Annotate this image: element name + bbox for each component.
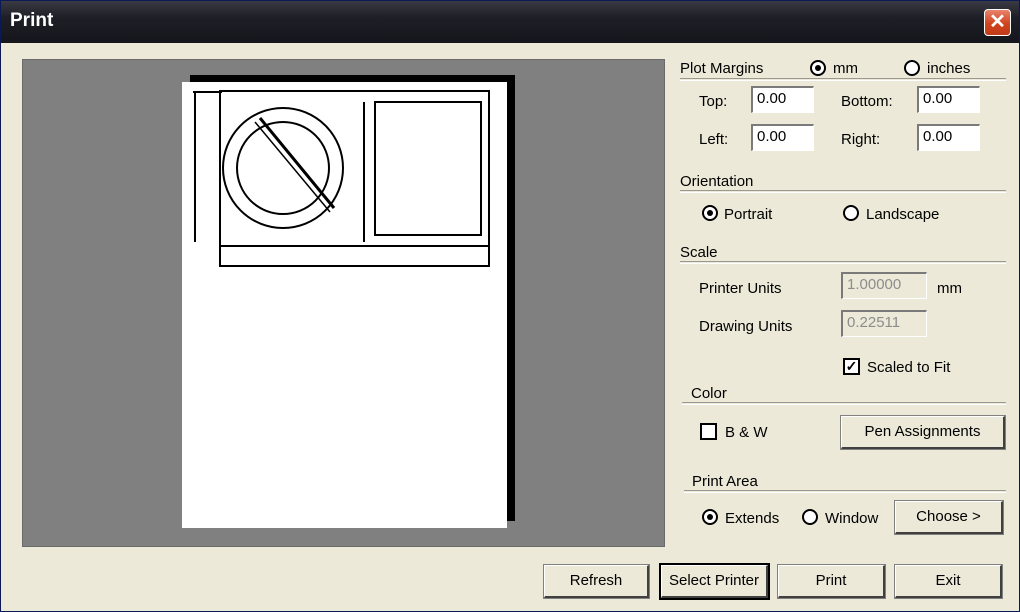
diagonal-slash xyxy=(258,117,336,209)
portrait-radio[interactable] xyxy=(702,205,718,221)
inner-circle xyxy=(236,121,330,215)
mm-radio[interactable] xyxy=(810,60,826,76)
inches-radio[interactable] xyxy=(904,60,920,76)
divider xyxy=(682,402,1006,405)
detail-panel xyxy=(374,101,482,236)
window-title: Print xyxy=(10,10,54,31)
top-label: Top: xyxy=(699,93,728,110)
print-button[interactable]: Print xyxy=(778,565,885,598)
scaled-to-fit-checkbox[interactable]: ✓ xyxy=(843,358,860,375)
divider xyxy=(680,261,1006,264)
extends-radio[interactable] xyxy=(702,509,718,525)
divider xyxy=(680,78,1006,81)
refresh-button[interactable]: Refresh xyxy=(544,565,649,598)
orientation-heading: Orientation xyxy=(680,173,754,190)
outer-circle xyxy=(222,107,344,229)
drawing-preview xyxy=(193,90,490,267)
drawing-units-input[interactable]: 0.22511 xyxy=(841,310,927,337)
close-button[interactable]: ✕ xyxy=(984,9,1011,36)
pen-assignments-button[interactable]: Pen Assignments xyxy=(841,416,1005,449)
divider xyxy=(684,490,1006,493)
scale-heading: Scale xyxy=(680,244,718,261)
select-printer-button[interactable]: Select Printer xyxy=(661,565,768,598)
choose-button[interactable]: Choose > xyxy=(895,501,1003,534)
scaled-to-fit-label: Scaled to Fit xyxy=(867,359,951,376)
print-area-heading: Print Area xyxy=(692,473,758,490)
close-icon: ✕ xyxy=(989,11,1006,33)
print-dialog: Print ✕ Plot Margins mm inches Top: 0.00… xyxy=(0,0,1020,612)
landscape-label: Landscape xyxy=(866,206,940,223)
portrait-label: Portrait xyxy=(724,206,773,223)
bw-label: B & W xyxy=(725,424,768,441)
left-label: Left: xyxy=(699,131,729,148)
mm-label: mm xyxy=(833,60,858,77)
title-bar[interactable]: Print ✕ xyxy=(1,1,1019,43)
bottom-label: Bottom: xyxy=(841,93,893,110)
window-radio[interactable] xyxy=(802,509,818,525)
checkmark-icon: ✓ xyxy=(845,358,858,374)
top-margin-input[interactable]: 0.00 xyxy=(751,86,814,113)
exit-button[interactable]: Exit xyxy=(895,565,1002,598)
divider xyxy=(680,190,1006,193)
drawing-units-label: Drawing Units xyxy=(699,318,793,335)
dialog-body: Plot Margins mm inches Top: 0.00 Bottom:… xyxy=(1,43,1019,611)
extends-label: Extends xyxy=(725,510,780,527)
left-margin-input[interactable]: 0.00 xyxy=(751,124,814,151)
landscape-radio[interactable] xyxy=(843,205,859,221)
drawing-frame xyxy=(219,90,490,267)
bottom-margin-input[interactable]: 0.00 xyxy=(917,86,980,113)
preview-page xyxy=(182,82,507,528)
color-heading: Color xyxy=(691,385,727,402)
plot-margins-heading: Plot Margins xyxy=(680,60,764,77)
print-preview xyxy=(22,59,665,547)
right-label: Right: xyxy=(841,131,881,148)
window-label: Window xyxy=(825,510,879,527)
bw-checkbox[interactable] xyxy=(700,423,717,440)
inches-label: inches xyxy=(927,60,971,77)
right-margin-input[interactable]: 0.00 xyxy=(917,124,980,151)
printer-units-label: Printer Units xyxy=(699,280,782,297)
printer-units-input[interactable]: 1.00000 xyxy=(841,272,927,299)
printer-units-unit: mm xyxy=(937,280,962,297)
